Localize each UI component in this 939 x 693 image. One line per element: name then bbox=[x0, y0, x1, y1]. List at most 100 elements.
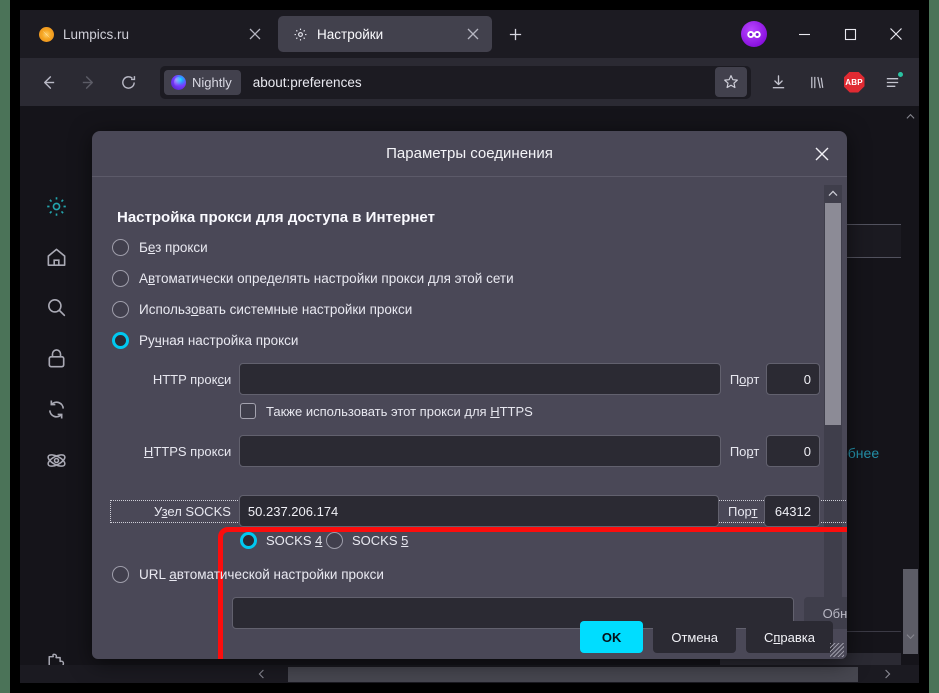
https-proxy-input[interactable] bbox=[239, 435, 721, 467]
use-for-https-label: Также использовать этот прокси для HTTPS bbox=[266, 403, 533, 419]
back-arrow-icon[interactable] bbox=[31, 65, 65, 99]
radio-indicator bbox=[112, 239, 129, 256]
radio-indicator bbox=[326, 532, 343, 549]
scroll-right-icon[interactable] bbox=[878, 665, 896, 683]
https-proxy-label: HTTPS прокси bbox=[143, 443, 232, 459]
forward-arrow-icon[interactable] bbox=[71, 65, 105, 99]
socks-host-input[interactable]: 50.237.206.174 bbox=[238, 495, 719, 527]
browser-tab-settings[interactable]: Настройки bbox=[278, 16, 492, 52]
use-for-https-checkbox[interactable] bbox=[240, 403, 256, 419]
adblock-plus-icon[interactable]: ABP bbox=[837, 65, 871, 99]
socks-port-input[interactable]: 64312 bbox=[764, 495, 820, 527]
tab-bar: Lumpics.ru Настройки bbox=[20, 10, 919, 58]
radio-manual-proxy[interactable]: Ручная настройка прокси bbox=[112, 332, 298, 349]
radio-indicator bbox=[112, 301, 129, 318]
https-port-label: Порт bbox=[729, 443, 760, 459]
http-port-label: Порт bbox=[729, 371, 760, 387]
radio-no-proxy[interactable]: Без прокси bbox=[112, 239, 208, 256]
navigation-toolbar: Nightly about:preferences ABP bbox=[20, 58, 919, 106]
new-tab-button[interactable] bbox=[500, 19, 530, 49]
radio-system-proxy[interactable]: Использовать системные настройки прокси bbox=[112, 301, 412, 318]
update-badge-dot bbox=[897, 71, 904, 78]
use-for-https-checkbox-row[interactable]: Также использовать этот прокси для HTTPS bbox=[240, 403, 533, 419]
radio-indicator bbox=[112, 270, 129, 287]
ok-button[interactable]: OK bbox=[579, 621, 644, 653]
tab-close-icon[interactable] bbox=[462, 23, 484, 45]
tab-close-icon[interactable] bbox=[244, 23, 266, 45]
sidebar-item-privacy[interactable] bbox=[38, 340, 74, 376]
firefox-window: Lumpics.ru Настройки Nightly about:prefe… bbox=[20, 10, 919, 683]
scroll-up-icon[interactable] bbox=[901, 108, 919, 124]
minimize-button[interactable] bbox=[781, 10, 827, 58]
socks-v5-label: SOCKS 5 bbox=[352, 533, 409, 548]
hscroll-track[interactable] bbox=[20, 665, 919, 683]
reload-icon[interactable] bbox=[111, 65, 145, 99]
browser-tab-lumpics[interactable]: Lumpics.ru bbox=[24, 16, 274, 52]
close-window-button[interactable] bbox=[873, 10, 919, 58]
sidebar-item-general[interactable] bbox=[38, 188, 74, 224]
orange-favicon bbox=[38, 26, 54, 42]
socks-host-row: Узел SOCKS 50.237.206.174 Порт 64312 bbox=[130, 495, 820, 527]
socks-v4-label: SOCKS 4 bbox=[266, 533, 323, 548]
https-port-input[interactable]: 0 bbox=[766, 435, 820, 467]
radio-auto-detect[interactable]: Автоматически определять настройки прокс… bbox=[112, 270, 514, 287]
page-vertical-scrollbar[interactable] bbox=[901, 106, 919, 666]
hscroll-thumb[interactable] bbox=[288, 667, 858, 682]
http-port-input[interactable]: 0 bbox=[766, 363, 820, 395]
radio-indicator bbox=[112, 566, 129, 583]
help-button[interactable]: Сп равка bbox=[745, 621, 833, 653]
library-icon[interactable] bbox=[799, 65, 833, 99]
infinity-avatar-icon[interactable] bbox=[741, 21, 767, 47]
socks-v4-radio[interactable]: SOCKS 4 bbox=[240, 532, 322, 549]
http-proxy-row: HTTP прокси Порт 0 bbox=[130, 363, 820, 395]
star-icon[interactable] bbox=[715, 67, 747, 97]
dialog-title: Параметры соединения bbox=[386, 145, 553, 162]
http-proxy-label: HTTP прокси bbox=[152, 371, 232, 387]
sidebar-item-sync[interactable] bbox=[38, 391, 74, 427]
radio-label: URL автоматической настройки прокси bbox=[139, 567, 384, 582]
dialog-footer: OK Отмена Сп равка bbox=[92, 615, 847, 659]
sidebar-item-experiments[interactable] bbox=[38, 442, 74, 478]
tab-title: Lumpics.ru bbox=[63, 26, 130, 42]
dialog-body: Настройка прокси для доступа в Интернет … bbox=[92, 177, 847, 659]
download-icon[interactable] bbox=[761, 65, 795, 99]
scroll-down-icon[interactable] bbox=[901, 628, 919, 644]
socks-port-label: Порт bbox=[727, 503, 758, 519]
radio-label: Использовать системные настройки прокси bbox=[139, 302, 413, 317]
hamburger-icon[interactable] bbox=[875, 65, 909, 99]
radio-pac-url[interactable]: URL автоматической настройки прокси bbox=[112, 566, 384, 583]
socks-host-label: Узел SOCKS bbox=[154, 503, 231, 519]
sidebar-item-search[interactable] bbox=[38, 289, 74, 325]
radio-label: Ручная настройка прокси bbox=[139, 333, 299, 348]
preferences-page: обнее о... bbox=[20, 106, 919, 683]
firefox-nightly-icon bbox=[171, 74, 186, 90]
connection-settings-dialog: Параметры соединения Настройка прокси дл… bbox=[92, 131, 847, 659]
cancel-button[interactable]: Отмена bbox=[653, 621, 736, 653]
sidebar-item-home[interactable] bbox=[38, 239, 74, 275]
radio-label: Автоматически определять настройки прокс… bbox=[139, 271, 514, 286]
radio-indicator-selected bbox=[112, 332, 129, 349]
resize-grip[interactable] bbox=[830, 643, 844, 657]
radio-indicator-selected bbox=[240, 532, 257, 549]
radio-label: Без прокси bbox=[139, 240, 208, 255]
gear-icon bbox=[292, 26, 308, 42]
url-bar[interactable]: Nightly about:preferences bbox=[160, 65, 751, 99]
dialog-scroll-thumb[interactable] bbox=[825, 203, 841, 425]
tab-title: Настройки bbox=[317, 26, 384, 42]
dialog-close-icon[interactable] bbox=[809, 141, 835, 167]
scroll-left-icon[interactable] bbox=[252, 665, 270, 683]
dialog-titlebar: Параметры соединения bbox=[92, 131, 847, 177]
section-title: Настройка прокси для доступа в Интернет bbox=[117, 209, 435, 226]
maximize-button[interactable] bbox=[827, 10, 873, 58]
abp-badge: ABP bbox=[843, 71, 865, 93]
dialog-scroll-up-icon[interactable] bbox=[824, 185, 842, 201]
nightly-identity-chip[interactable]: Nightly bbox=[164, 69, 241, 95]
preferences-sidebar bbox=[20, 106, 92, 671]
window-controls bbox=[741, 10, 919, 58]
url-text: about:preferences bbox=[252, 74, 362, 90]
page-horizontal-scrollbar[interactable] bbox=[20, 665, 919, 683]
http-proxy-input[interactable] bbox=[239, 363, 721, 395]
screenshot-root: Lumpics.ru Настройки Nightly about:prefe… bbox=[0, 0, 939, 693]
nightly-label: Nightly bbox=[192, 74, 232, 90]
socks-v5-radio[interactable]: SOCKS 5 bbox=[326, 532, 408, 549]
